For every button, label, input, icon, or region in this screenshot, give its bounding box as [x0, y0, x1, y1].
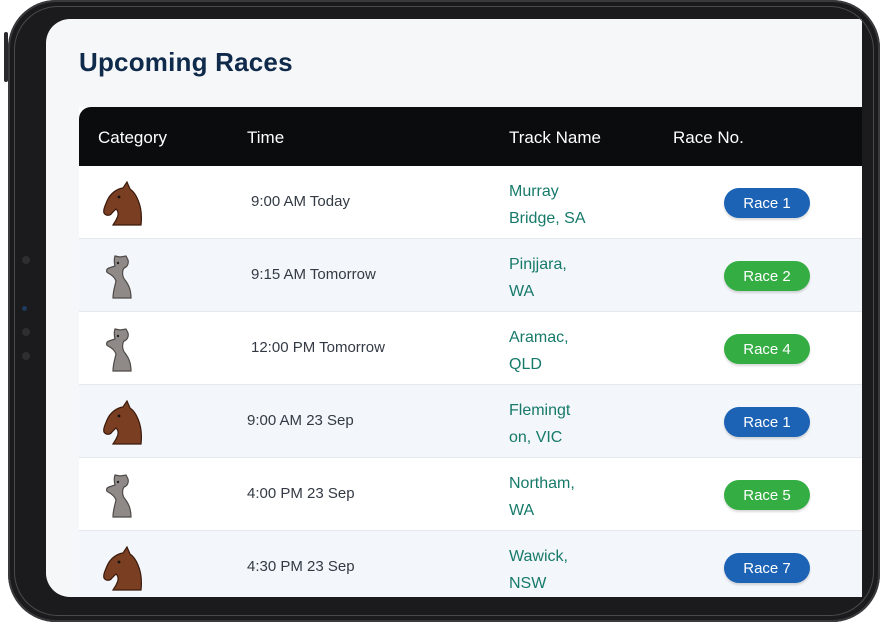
race-time: 9:00 AM 23 Sep — [247, 412, 354, 429]
column-header-track-name: Track Name — [509, 128, 601, 147]
race-time: 9:00 AM Today — [251, 193, 350, 210]
horse-icon — [101, 545, 145, 591]
race-time: 4:00 PM 23 Sep — [247, 485, 355, 502]
track-name-line: Aramac, — [509, 329, 569, 346]
table-row: 12:00 PM Tomorrow Aramac, QLD Race 4 — [79, 312, 862, 385]
horse-icon — [101, 399, 145, 445]
volume-button — [4, 32, 8, 82]
track-name-line: QLD — [509, 356, 542, 373]
track-name: Flemingt on, VIC — [509, 397, 619, 451]
track-name-line: Pinjjara, — [509, 256, 567, 273]
table-body: 9:00 AM Today Murray Bridge, SA Race 1 9:15… — [79, 166, 862, 597]
side-sensor — [22, 256, 30, 264]
side-sensor — [22, 352, 30, 360]
greyhound-icon — [101, 472, 145, 518]
track-name-line: WA — [509, 283, 535, 300]
side-sensor — [22, 328, 30, 336]
track-name-line: NSW — [509, 575, 547, 592]
track-name-line: on, VIC — [509, 429, 563, 446]
race-time: 4:30 PM 23 Sep — [247, 558, 355, 575]
track-name-line: Murray — [509, 183, 559, 200]
race-time: 9:15 AM Tomorrow — [251, 266, 376, 283]
race-button[interactable]: Race 1 — [724, 407, 810, 437]
table-row: 4:00 PM 23 Sep Northam, WA Race 5 — [79, 458, 862, 531]
table-row: 4:30 PM 23 Sep Wawick, NSW Race 7 — [79, 531, 862, 597]
race-time: 12:00 PM Tomorrow — [251, 339, 385, 356]
track-name: Aramac, QLD — [509, 324, 619, 378]
track-name: Pinjjara, WA — [509, 251, 619, 305]
track-name-line: Wawick, — [509, 548, 568, 565]
page-title: Upcoming Races — [79, 47, 293, 77]
table-header: Category Time Track Name Race No. — [79, 107, 862, 166]
track-name-line: WA — [509, 502, 535, 519]
track-name-line: Northam, — [509, 475, 575, 492]
greyhound-icon — [101, 326, 145, 372]
race-button[interactable]: Race 7 — [724, 553, 810, 583]
track-name: Northam, WA — [509, 470, 619, 524]
side-sensor — [22, 306, 27, 311]
track-name-line: Bridge, SA — [509, 210, 586, 227]
screen: Upcoming Races Category Time Track Name … — [46, 19, 862, 597]
table-row: 9:00 AM Today Murray Bridge, SA Race 1 — [79, 166, 862, 239]
race-button[interactable]: Race 4 — [724, 334, 810, 364]
table-row: 9:15 AM Tomorrow Pinjjara, WA Race 2 — [79, 239, 862, 312]
horse-icon — [101, 180, 145, 226]
greyhound-icon — [101, 253, 145, 299]
races-table: Category Time Track Name Race No. 9:00 A… — [79, 107, 862, 597]
track-name: Wawick, NSW — [509, 543, 619, 597]
column-header-category: Category — [98, 128, 167, 147]
track-name-line: Flemingt — [509, 402, 571, 419]
race-button[interactable]: Race 1 — [724, 188, 810, 218]
table-row: 9:00 AM 23 Sep Flemingt on, VIC Race 1 — [79, 385, 862, 458]
column-header-time: Time — [247, 128, 285, 147]
tablet-frame: Upcoming Races Category Time Track Name … — [4, 0, 880, 622]
race-button[interactable]: Race 5 — [724, 480, 810, 510]
column-header-race-no: Race No. — [673, 128, 744, 147]
race-button[interactable]: Race 2 — [724, 261, 810, 291]
track-name: Murray Bridge, SA — [509, 178, 619, 232]
